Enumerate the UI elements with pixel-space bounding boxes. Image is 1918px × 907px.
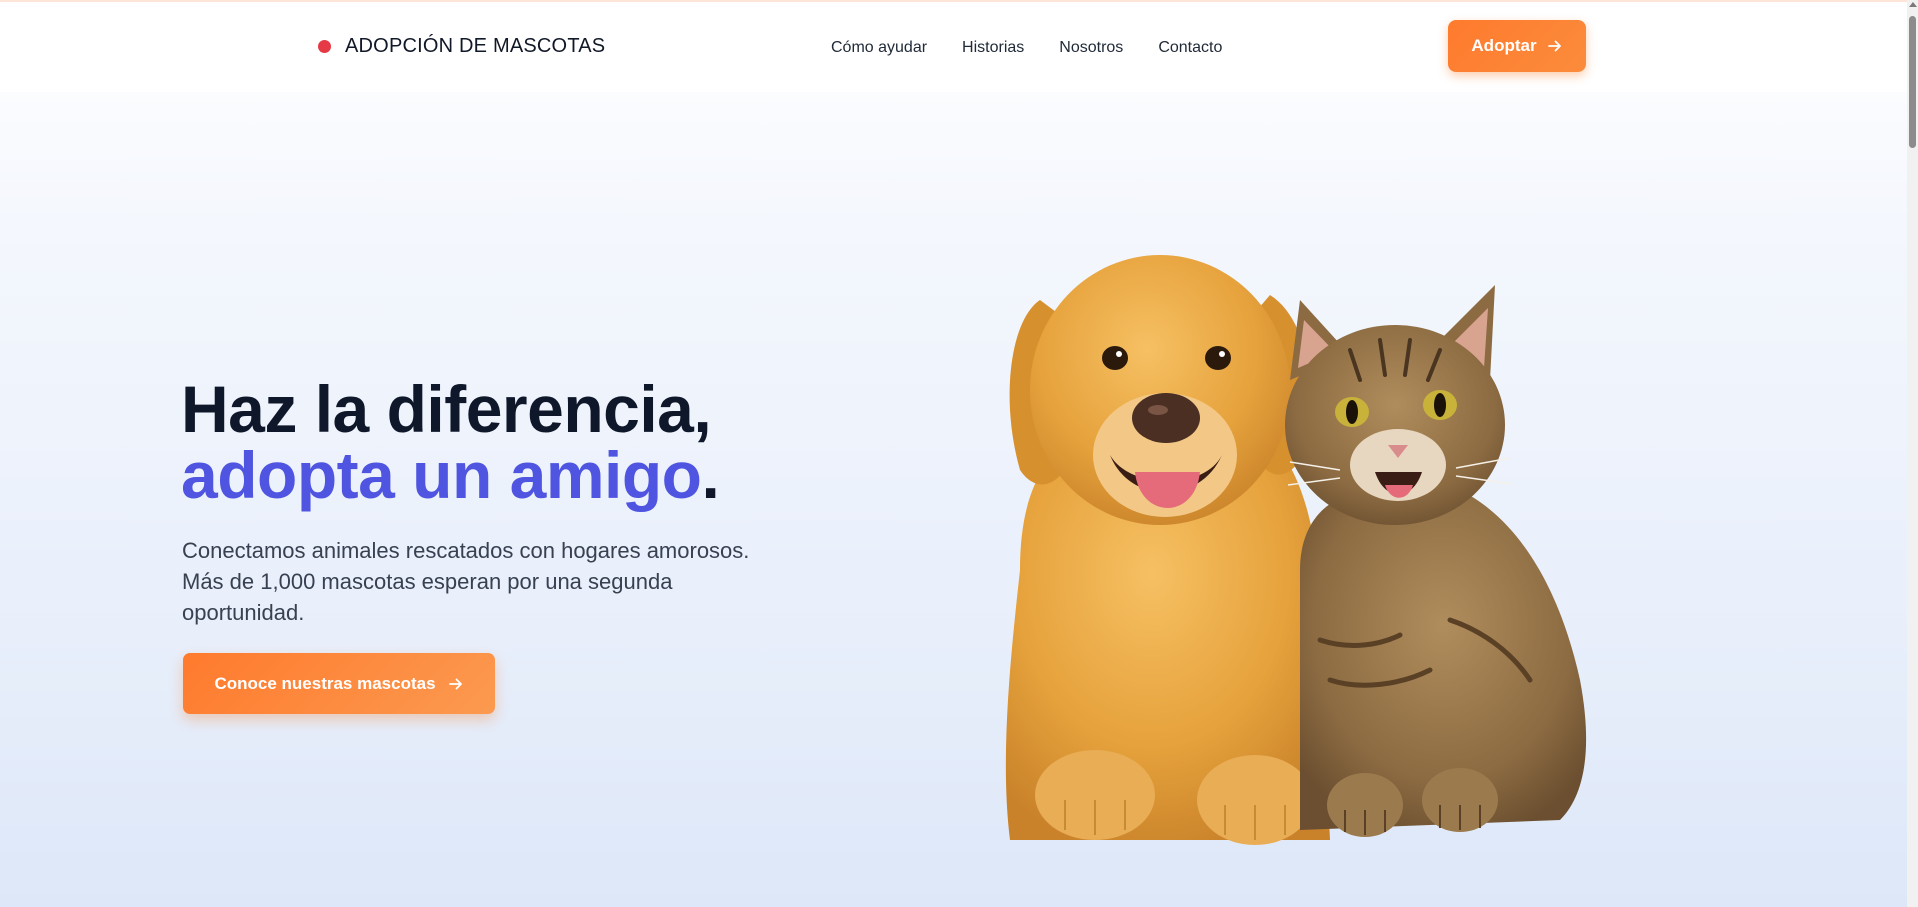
hero-description: Conectamos animales rescatados con hogar… [182,538,750,625]
brand[interactable]: ADOPCIÓN DE MASCOTAS [318,35,605,58]
meet-pets-button[interactable]: Conoce nuestras mascotas [183,653,495,714]
dog-and-cat-illustration [1005,255,1587,845]
cat [1285,285,1587,837]
hero-title-line1: Haz la diferencia, [181,372,712,446]
meet-pets-button-label: Conoce nuestras mascotas [214,673,436,693]
nav-link-nosotros[interactable]: Nosotros [1059,39,1123,57]
arrow-right-icon [448,678,462,689]
hero-title-accent: adopta un amigo [181,438,702,512]
hero-title: Haz la diferencia, adopta un amigo. [181,376,720,508]
nav-link-historias[interactable]: Historias [962,39,1024,57]
arrow-right-icon [1547,40,1561,52]
brand-dot-icon [318,40,331,53]
nav-link-contacto[interactable]: Contacto [1158,39,1222,57]
dog [1005,255,1330,845]
vertical-scrollbar[interactable] [1907,0,1918,907]
adopt-button[interactable]: Adoptar [1448,20,1586,72]
adopt-button-label: Adoptar [1471,36,1537,55]
nav-link-como-ayudar[interactable]: Cómo ayudar [831,39,927,57]
brand-name: ADOPCIÓN DE MASCOTAS [345,35,606,57]
main-nav: Cómo ayudar Historias Nosotros Contacto [831,39,1222,57]
scroll-up-arrow-icon[interactable] [1909,2,1917,7]
header: ADOPCIÓN DE MASCOTAS Cómo ayudar Histori… [0,2,1907,92]
hero-title-period: . [701,438,720,512]
page: ADOPCIÓN DE MASCOTAS Cómo ayudar Histori… [0,0,1907,907]
scrollbar-thumb[interactable] [1909,16,1916,148]
